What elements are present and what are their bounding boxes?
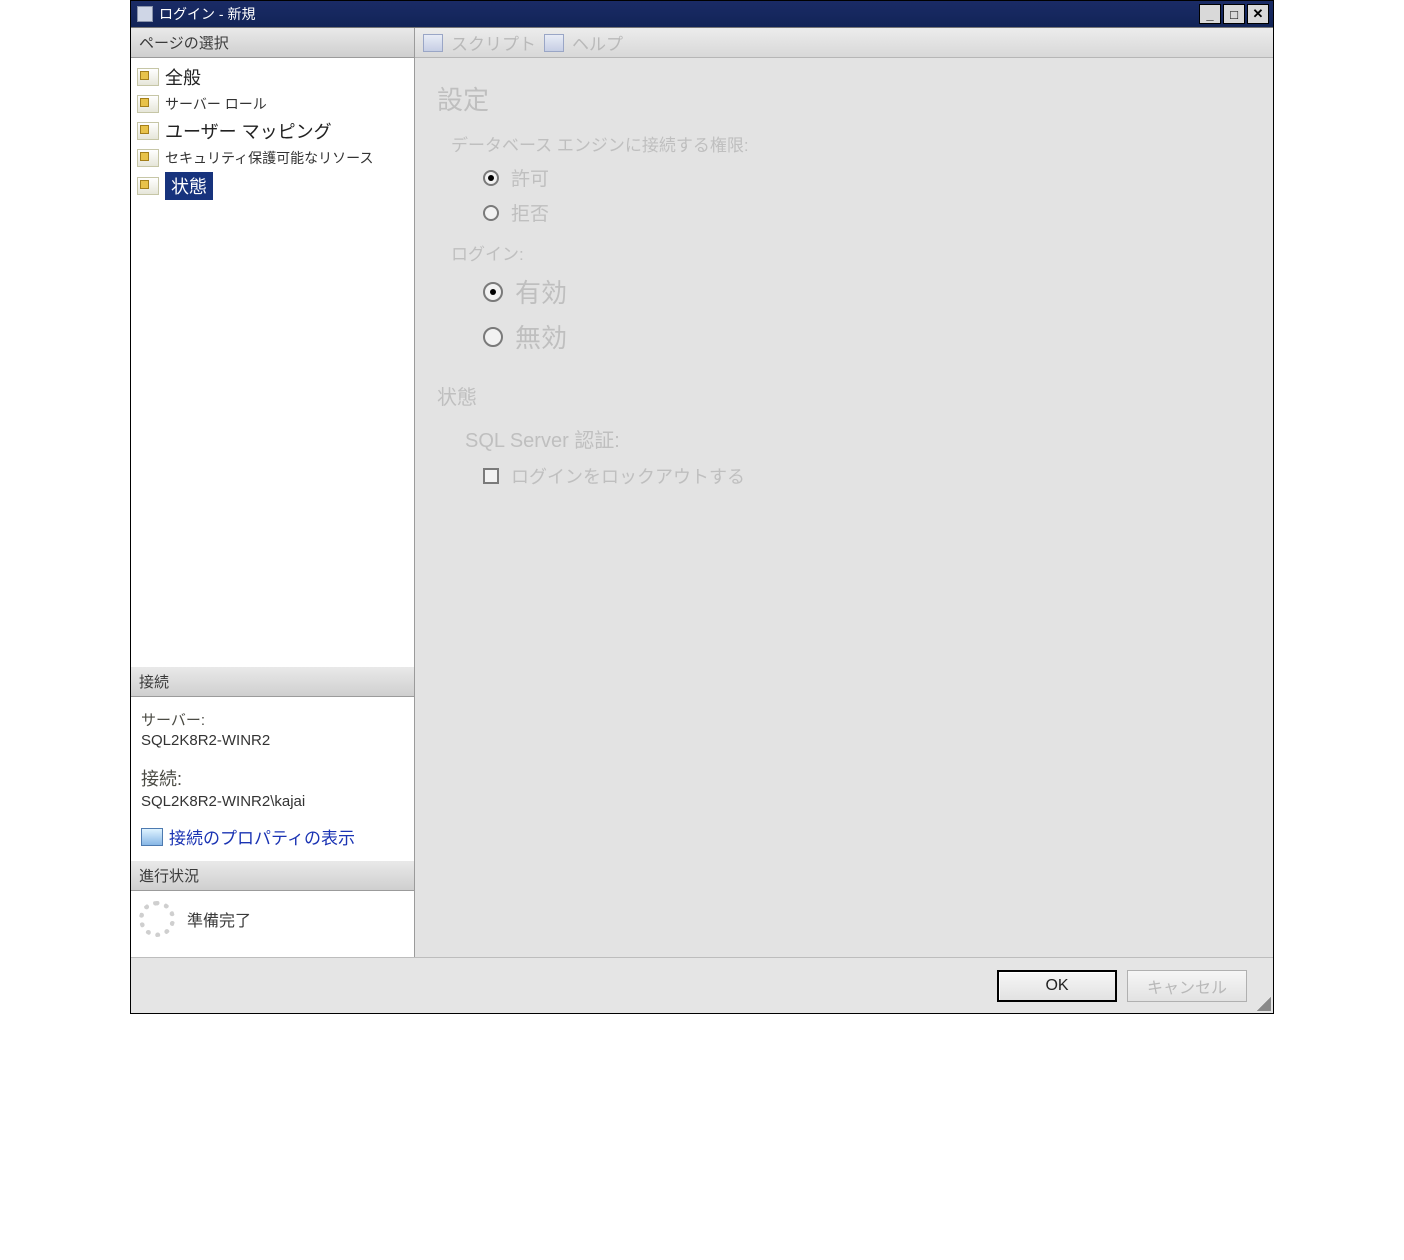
- permission-group-label: データベース エンジンに接続する権限:: [451, 131, 1251, 156]
- main-panel: スクリプト ヘルプ 設定 データベース エンジンに接続する権限: 許可 拒否 ロ…: [415, 28, 1273, 957]
- page-icon: [137, 149, 159, 167]
- page-icon: [137, 177, 159, 195]
- button-label: キャンセル: [1147, 974, 1227, 998]
- radio-icon: [483, 282, 503, 302]
- login-group-label: ログイン:: [451, 240, 1251, 265]
- close-button[interactable]: ✕: [1247, 4, 1269, 24]
- minimize-button[interactable]: _: [1199, 4, 1221, 24]
- nav-label: サーバー ロール: [165, 94, 267, 114]
- content-toolbar: スクリプト ヘルプ: [415, 28, 1273, 58]
- server-label: サーバー:: [141, 709, 404, 730]
- progress-header: 進行状況: [131, 861, 414, 891]
- radio-label: 有効: [515, 273, 567, 310]
- connection-label: 接続:: [141, 765, 404, 791]
- script-button[interactable]: スクリプト: [451, 30, 536, 55]
- permission-grant-radio[interactable]: 許可: [483, 164, 1251, 191]
- nav-server-roles[interactable]: サーバー ロール: [133, 92, 412, 116]
- radio-icon: [483, 205, 499, 221]
- help-icon: [544, 34, 564, 52]
- permission-deny-radio[interactable]: 拒否: [483, 199, 1251, 226]
- checkbox-icon: [483, 468, 499, 484]
- connection-panel: 接続 サーバー: SQL2K8R2-WINR2 接続: SQL2K8R2-WIN…: [131, 667, 414, 861]
- progress-status: 準備完了: [187, 907, 251, 931]
- window-title: ログイン - 新規: [159, 4, 1199, 24]
- nav-general[interactable]: 全般: [133, 62, 412, 92]
- page-icon: [137, 68, 159, 86]
- view-connection-properties-link[interactable]: 接続のプロパティの表示: [141, 824, 404, 849]
- body: ページの選択 全般 サーバー ロール ユーザー マッピング セキュリティ保護可能…: [131, 27, 1273, 957]
- pages-header: ページの選択: [131, 28, 414, 58]
- server-value: SQL2K8R2-WINR2: [141, 732, 404, 749]
- radio-label: 拒否: [511, 199, 549, 226]
- window-controls: _ □ ✕: [1199, 4, 1269, 24]
- dialog-window: ログイン - 新規 _ □ ✕ ページの選択 全般 サーバー ロール: [130, 0, 1274, 1014]
- ok-button[interactable]: OK: [997, 970, 1117, 1002]
- content-area: 設定 データベース エンジンに接続する権限: 許可 拒否 ログイン: 有効: [415, 58, 1273, 499]
- status-heading: 状態: [437, 381, 1251, 410]
- nav-status[interactable]: 状態: [133, 170, 412, 202]
- spinner-icon: [139, 901, 175, 937]
- connection-value: SQL2K8R2-WINR2\kajai: [141, 793, 404, 810]
- nav-label: 状態: [165, 172, 213, 200]
- link-text: 接続のプロパティの表示: [169, 824, 355, 849]
- nav-label: 全般: [165, 64, 201, 90]
- dialog-footer: OK キャンセル: [131, 957, 1273, 1013]
- nav-securables[interactable]: セキュリティ保護可能なリソース: [133, 146, 412, 170]
- help-button[interactable]: ヘルプ: [572, 30, 623, 55]
- login-disabled-radio[interactable]: 無効: [483, 318, 1251, 355]
- nav-user-mapping[interactable]: ユーザー マッピング: [133, 116, 412, 146]
- sqlauth-label: SQL Server 認証:: [465, 424, 1251, 453]
- radio-label: 許可: [511, 164, 549, 191]
- settings-heading: 設定: [437, 80, 1251, 117]
- nav-label: セキュリティ保護可能なリソース: [165, 148, 373, 168]
- cancel-button[interactable]: キャンセル: [1127, 970, 1247, 1002]
- checkbox-label: ログインをロックアウトする: [511, 463, 745, 489]
- radio-icon: [483, 170, 499, 186]
- script-icon: [423, 34, 443, 52]
- page-icon: [137, 122, 159, 140]
- nav-label: ユーザー マッピング: [165, 118, 332, 144]
- lockout-checkbox[interactable]: ログインをロックアウトする: [483, 463, 1251, 489]
- maximize-button[interactable]: □: [1223, 4, 1245, 24]
- resize-grip[interactable]: [1253, 993, 1271, 1011]
- page-icon: [137, 95, 159, 113]
- login-enabled-radio[interactable]: 有効: [483, 273, 1251, 310]
- radio-label: 無効: [515, 318, 567, 355]
- radio-icon: [483, 327, 503, 347]
- connection-header: 接続: [131, 667, 414, 697]
- page-nav: 全般 サーバー ロール ユーザー マッピング セキュリティ保護可能なリソース 状…: [131, 58, 414, 206]
- title-bar: ログイン - 新規 _ □ ✕: [131, 1, 1273, 27]
- sidebar: ページの選択 全般 サーバー ロール ユーザー マッピング セキュリティ保護可能…: [131, 28, 415, 957]
- button-label: OK: [1045, 977, 1068, 995]
- progress-panel: 進行状況 準備完了: [131, 861, 414, 957]
- properties-icon: [141, 828, 163, 846]
- app-icon: [137, 6, 153, 22]
